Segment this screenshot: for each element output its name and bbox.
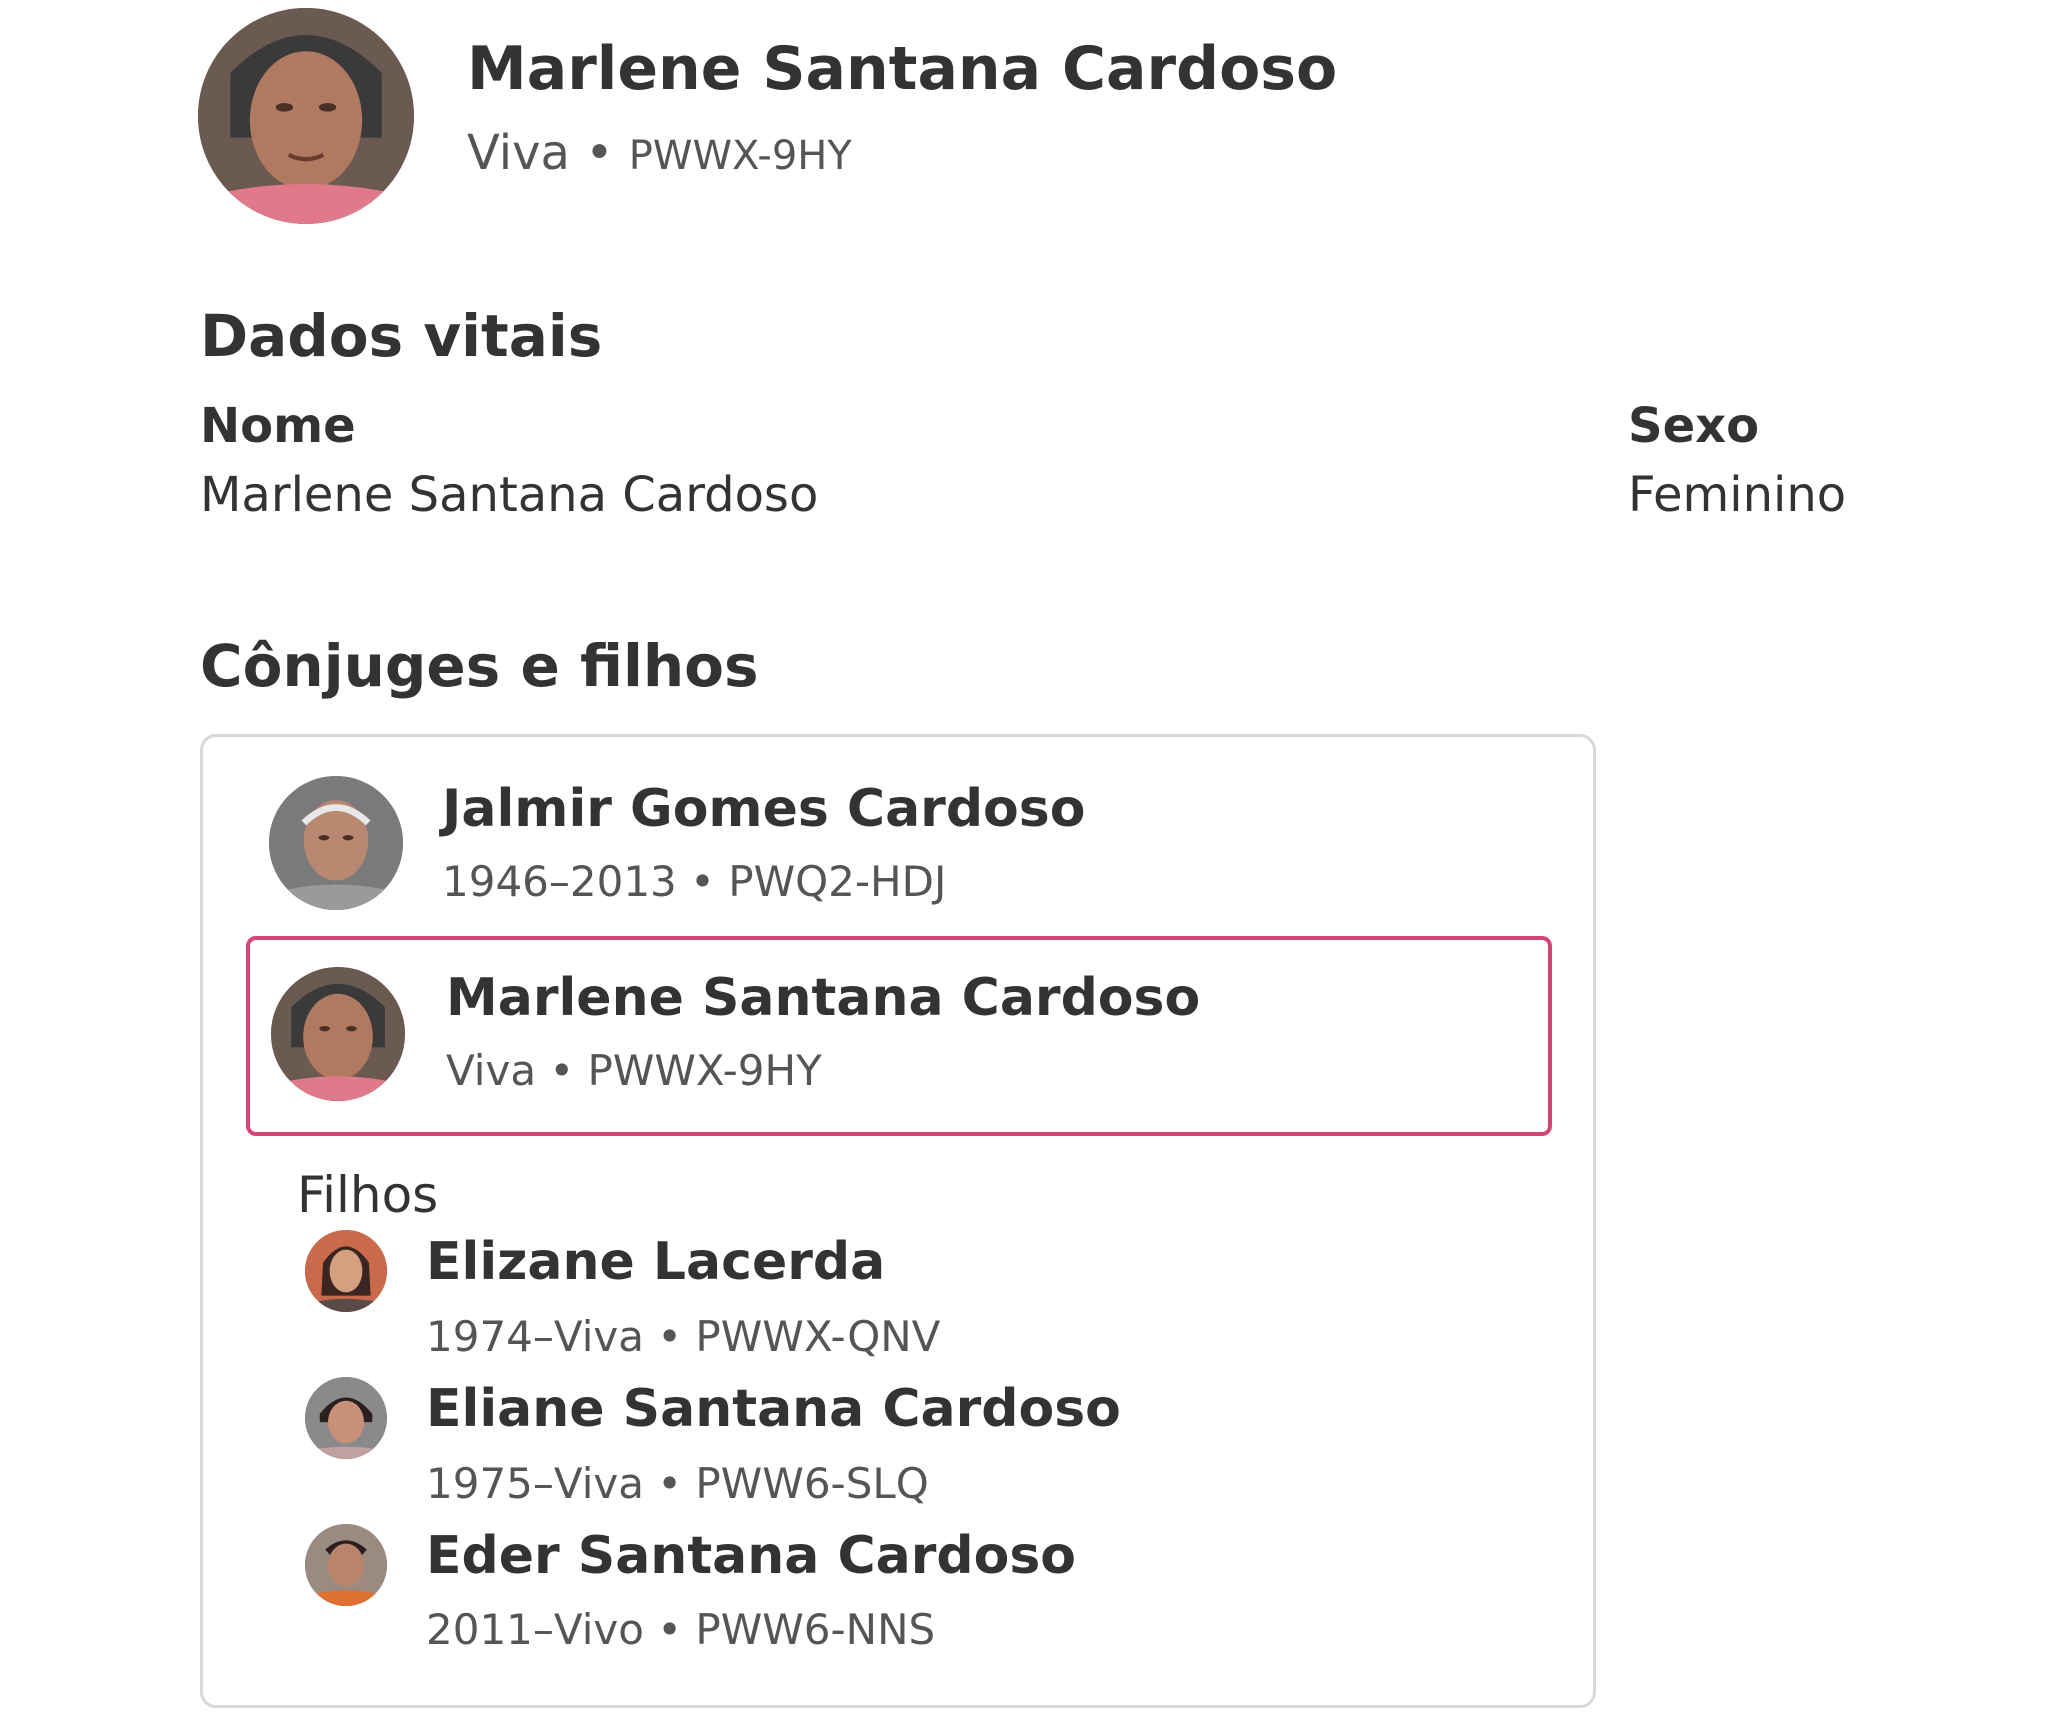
child-avatar[interactable] bbox=[305, 1230, 387, 1312]
child-avatar[interactable] bbox=[305, 1377, 387, 1459]
person-photo-icon bbox=[269, 776, 403, 910]
header-subtitle: Viva • PWWX-9HY bbox=[467, 125, 852, 181]
child-name[interactable]: Eder Santana Cardoso bbox=[426, 1526, 1076, 1586]
focus-person-avatar[interactable] bbox=[271, 967, 405, 1101]
life-status: Viva bbox=[467, 125, 570, 181]
person-photo-icon bbox=[305, 1230, 387, 1312]
profile-photo-avatar[interactable] bbox=[198, 8, 414, 224]
child-avatar[interactable] bbox=[305, 1524, 387, 1606]
vitals-section-title: Dados vitais bbox=[200, 302, 603, 370]
person-photo-icon bbox=[271, 967, 405, 1101]
focus-person-detail: Viva • PWWX-9HY bbox=[446, 1046, 822, 1095]
sex-label: Sexo bbox=[1628, 398, 1760, 454]
child-name[interactable]: Eliane Santana Cardoso bbox=[426, 1379, 1121, 1439]
spouse-name[interactable]: Jalmir Gomes Cardoso bbox=[442, 779, 1085, 839]
spouse-detail: 1946–2013 • PWQ2-HDJ bbox=[442, 857, 947, 906]
separator-dot: • bbox=[585, 125, 614, 181]
person-photo-icon bbox=[305, 1524, 387, 1606]
person-id[interactable]: PWWX-9HY bbox=[629, 133, 852, 179]
child-detail: 1974–Viva • PWWX-QNV bbox=[426, 1312, 941, 1361]
child-name[interactable]: Elizane Lacerda bbox=[426, 1232, 885, 1292]
person-photo-icon bbox=[198, 8, 414, 224]
name-value[interactable]: Marlene Santana Cardoso bbox=[200, 467, 818, 523]
sex-value[interactable]: Feminino bbox=[1628, 467, 1846, 523]
page-title: Marlene Santana Cardoso bbox=[467, 34, 1338, 104]
family-section-title: Cônjuges e filhos bbox=[200, 632, 759, 700]
focus-person-name[interactable]: Marlene Santana Cardoso bbox=[446, 968, 1200, 1028]
person-photo-icon bbox=[305, 1377, 387, 1459]
spouse-avatar[interactable] bbox=[269, 776, 403, 910]
focus-person-highlight[interactable] bbox=[246, 936, 1552, 1136]
name-label: Nome bbox=[200, 398, 356, 454]
child-detail: 1975–Viva • PWW6-SLQ bbox=[426, 1459, 929, 1508]
children-label: Filhos bbox=[297, 1166, 439, 1224]
child-detail: 2011–Vivo • PWW6-NNS bbox=[426, 1605, 936, 1654]
